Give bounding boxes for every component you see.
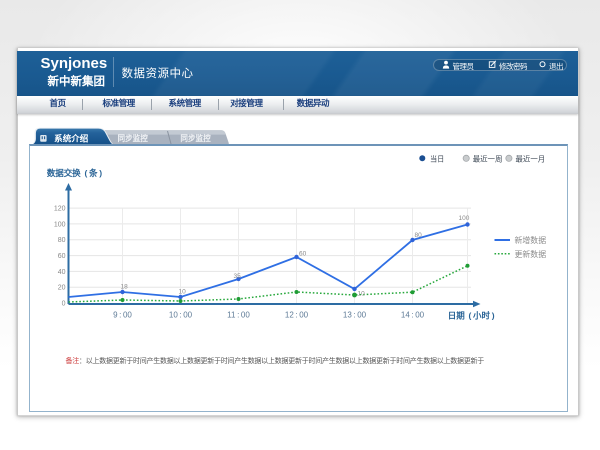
svg-text:10: 10 [178, 288, 186, 295]
svg-text:更新数据: 更新数据 [514, 248, 546, 258]
svg-text:40: 40 [57, 268, 65, 275]
svg-text:日期: 日期 [447, 310, 465, 320]
svg-text:当日: 当日 [430, 153, 444, 163]
svg-text:最近一周: 最近一周 [472, 153, 502, 163]
svg-text:同步监控: 同步监控 [180, 133, 210, 143]
svg-text:13 : 00: 13 : 00 [342, 310, 366, 319]
svg-text:14 : 00: 14 : 00 [400, 310, 424, 319]
svg-text:( 条 ): ( 条 ) [84, 167, 102, 177]
svg-text:10 : 00: 10 : 00 [168, 310, 192, 319]
svg-text:80: 80 [414, 232, 422, 239]
svg-text:120: 120 [53, 205, 65, 212]
svg-text:60: 60 [57, 253, 65, 260]
svg-text:0: 0 [61, 300, 65, 307]
svg-text:最近一月: 最近一月 [515, 153, 545, 163]
svg-text:数据交换: 数据交换 [46, 167, 80, 177]
svg-text:20: 20 [57, 284, 65, 291]
svg-text:18: 18 [120, 283, 128, 290]
svg-text:100: 100 [53, 221, 65, 228]
svg-text:35: 35 [233, 273, 241, 280]
svg-text:11 : 00: 11 : 00 [227, 310, 250, 319]
svg-text:100: 100 [458, 215, 469, 222]
svg-text:( 小时 ): ( 小时 ) [468, 310, 494, 320]
svg-text:系统介绍: 系统介绍 [54, 133, 89, 143]
svg-text:60: 60 [299, 250, 307, 257]
svg-text:80: 80 [57, 237, 65, 244]
svg-text:10: 10 [357, 290, 365, 297]
svg-text:9 : 00: 9 : 00 [113, 310, 132, 319]
svg-text:新增数据: 新增数据 [514, 235, 546, 245]
svg-text:12 : 00: 12 : 00 [284, 310, 308, 319]
svg-text:同步监控: 同步监控 [118, 133, 148, 143]
